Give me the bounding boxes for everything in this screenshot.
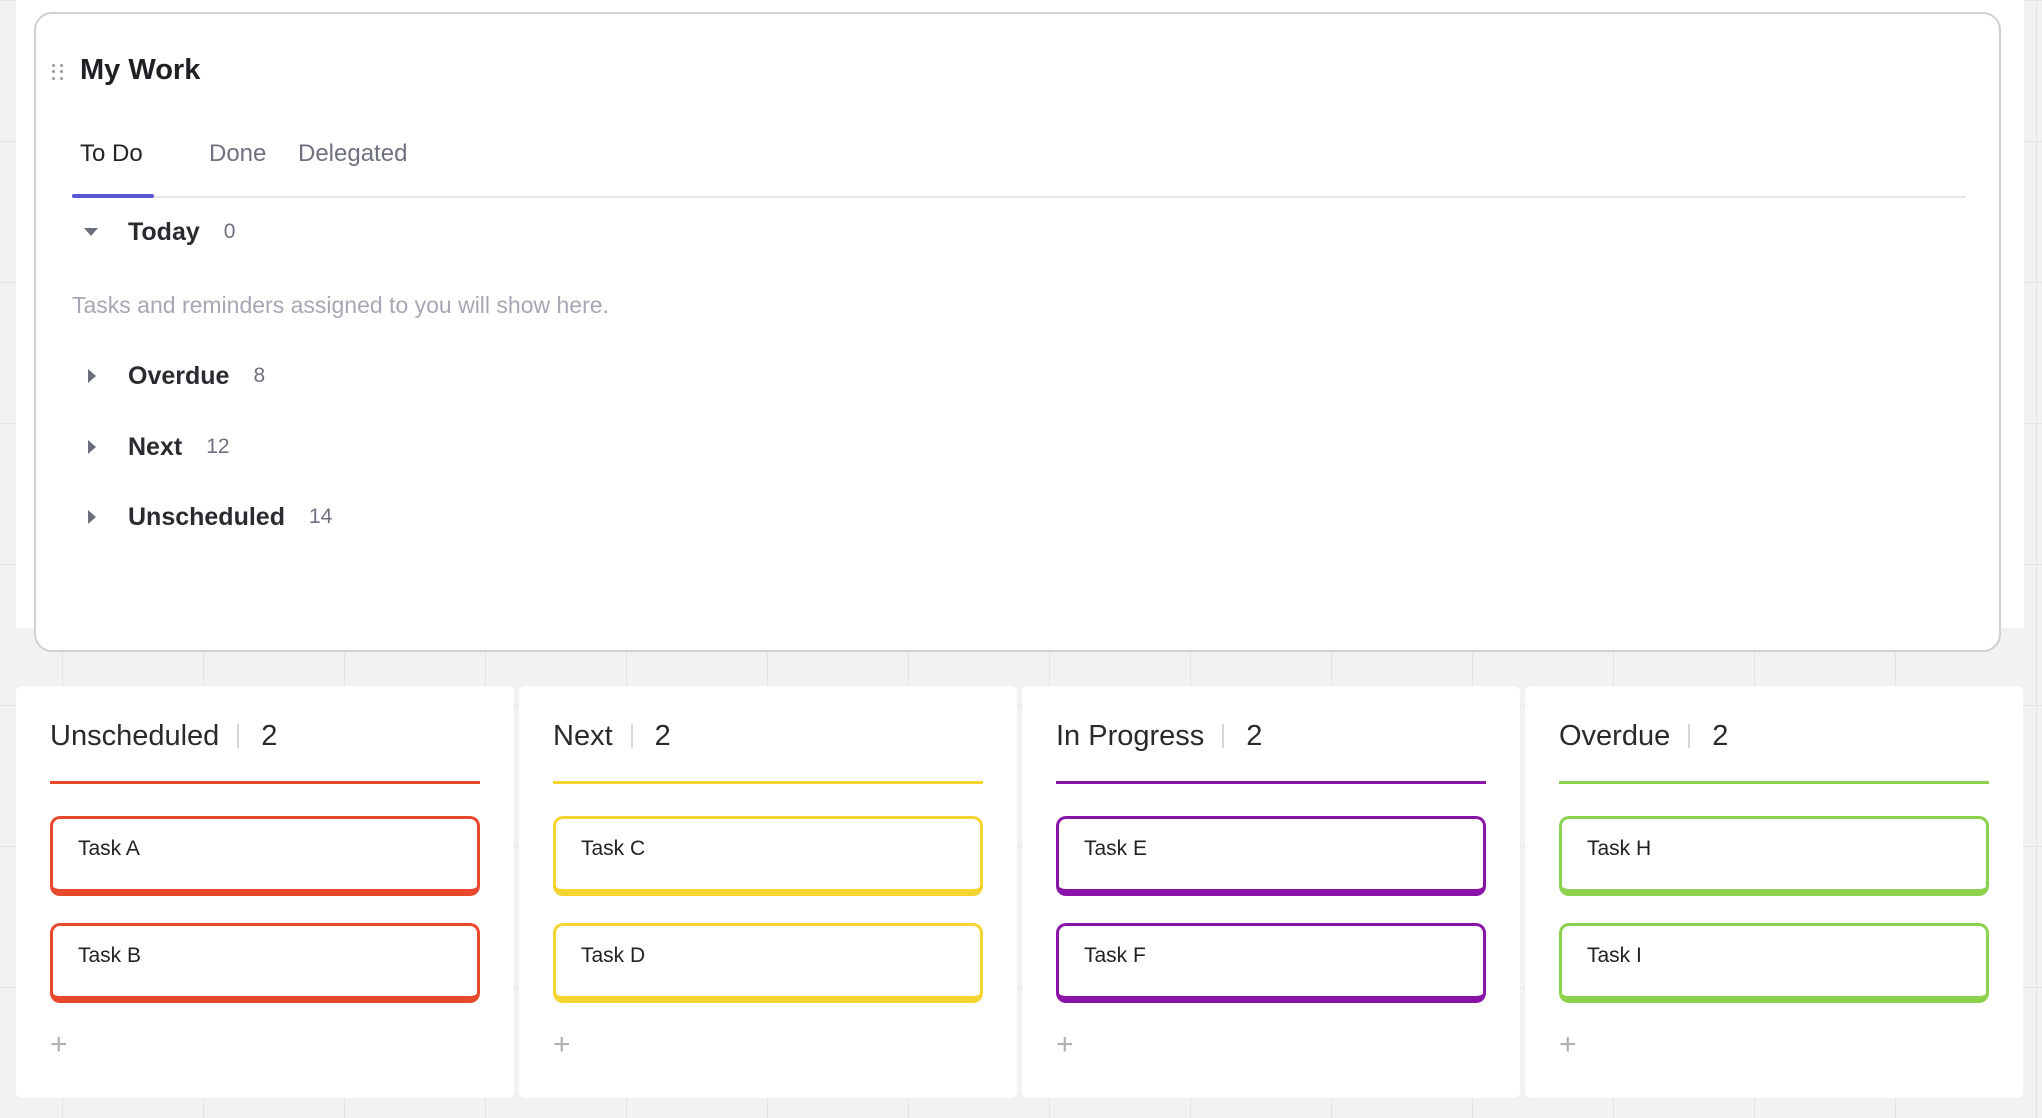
caret-right-icon — [88, 510, 96, 524]
column-title: In Progress — [1056, 719, 1205, 752]
column-header: In Progress 2 — [1056, 716, 1262, 756]
kanban-column-overdue: Overdue 2 Task H Task I + — [1525, 686, 2023, 1098]
empty-state-message: Tasks and reminders assigned to you will… — [72, 292, 609, 318]
column-count: 2 — [261, 719, 278, 752]
column-count: 2 — [1712, 719, 1729, 752]
add-card-button[interactable]: + — [1559, 1030, 1577, 1060]
add-card-button[interactable]: + — [553, 1030, 571, 1060]
column-header: Next 2 — [553, 716, 671, 756]
caret-right-icon — [88, 440, 96, 454]
tab-delegated[interactable]: Delegated — [298, 140, 407, 168]
kanban-column-in-progress: In Progress 2 Task E Task F + — [1022, 686, 1520, 1098]
my-work-panel: My Work To Do Done Delegated Today 0 Tas… — [34, 12, 2001, 652]
section-label: Today — [128, 217, 200, 246]
column-separator — [1688, 724, 1691, 748]
task-card[interactable]: Task B — [50, 923, 480, 1003]
column-accent-rule — [1559, 781, 1989, 784]
tab-label: Done — [209, 140, 267, 167]
drag-handle-icon[interactable] — [52, 64, 64, 80]
caret-right-icon — [88, 369, 96, 383]
caret-down-icon — [84, 228, 98, 236]
column-accent-rule — [1056, 781, 1486, 784]
panel-title: My Work — [80, 54, 201, 86]
section-count: 14 — [308, 505, 333, 528]
section-count: 8 — [253, 364, 266, 387]
section-label: Overdue — [128, 361, 230, 390]
task-card[interactable]: Task E — [1056, 816, 1486, 896]
column-header: Overdue 2 — [1559, 716, 1728, 756]
task-card[interactable]: Task D — [553, 923, 983, 1003]
task-card[interactable]: Task H — [1559, 816, 1989, 896]
column-header: Unscheduled 2 — [50, 716, 277, 756]
section-label: Unscheduled — [128, 502, 285, 531]
column-separator — [630, 724, 633, 748]
column-separator — [1222, 724, 1225, 748]
kanban-column-next: Next 2 Task C Task D + — [519, 686, 1017, 1098]
task-card[interactable]: Task I — [1559, 923, 1989, 1003]
tab-done[interactable]: Done — [209, 140, 266, 168]
task-card[interactable]: Task A — [50, 816, 480, 896]
tab-label: Delegated — [298, 140, 408, 167]
section-count: 0 — [223, 220, 236, 243]
tab-label: To Do — [80, 140, 143, 167]
add-card-button[interactable]: + — [1056, 1030, 1074, 1060]
section-label: Next — [128, 432, 183, 461]
section-unscheduled[interactable]: Unscheduled 14 — [84, 499, 332, 535]
column-title: Overdue — [1559, 719, 1671, 752]
tab-to-do[interactable]: To Do — [80, 140, 143, 168]
column-count: 2 — [654, 719, 671, 752]
column-accent-rule — [50, 781, 480, 784]
column-count: 2 — [1246, 719, 1263, 752]
section-count: 12 — [206, 435, 230, 458]
column-separator — [237, 724, 240, 748]
active-tab-indicator — [72, 194, 154, 198]
task-card[interactable]: Task C — [553, 816, 983, 896]
column-title: Unscheduled — [50, 719, 220, 752]
section-next[interactable]: Next 12 — [84, 429, 230, 465]
column-accent-rule — [553, 781, 983, 784]
section-today[interactable]: Today 0 — [84, 214, 235, 250]
add-card-button[interactable]: + — [50, 1030, 68, 1060]
tab-bar: To Do Done Delegated — [72, 126, 1966, 198]
column-title: Next — [553, 719, 613, 752]
section-overdue[interactable]: Overdue 8 — [84, 358, 265, 394]
kanban-column-unscheduled: Unscheduled 2 Task A Task B + — [16, 686, 514, 1098]
task-card[interactable]: Task F — [1056, 923, 1486, 1003]
